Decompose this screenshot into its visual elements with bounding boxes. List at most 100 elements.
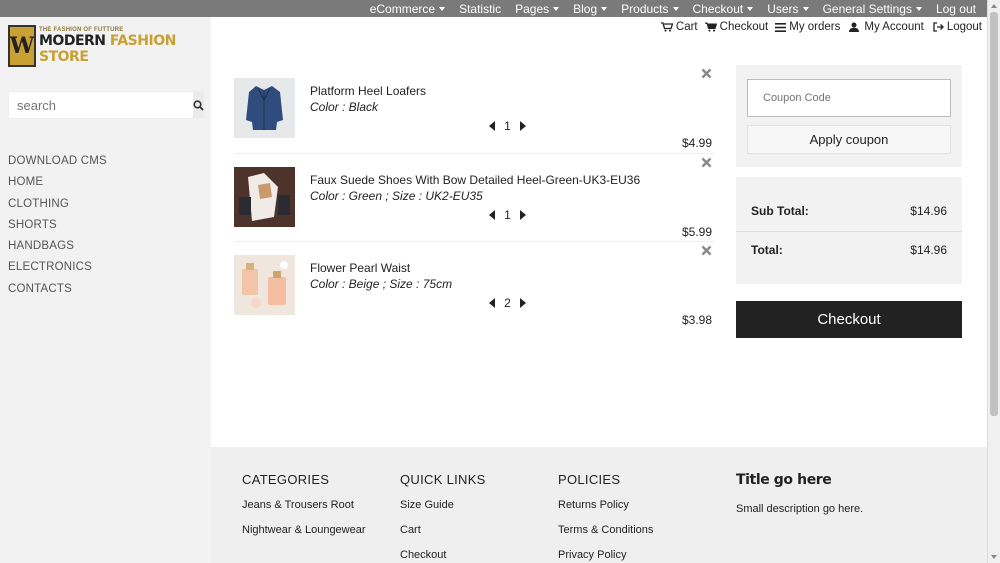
logout-link[interactable]: Logout [933,21,982,33]
cart-icon [704,22,717,32]
footer-link[interactable]: Returns Policy [558,499,653,524]
topbar-users-menu[interactable]: Users [767,2,809,16]
cart-link[interactable]: Cart [660,21,698,33]
footer-policies-heading: POLICIES [558,472,621,487]
remove-item-icon[interactable] [701,157,712,168]
increase-qty-icon[interactable] [520,298,526,308]
cart-item-attributes: Color : Green ; Size : UK2-EU35 [310,188,483,203]
footer-link[interactable]: Checkout [400,549,486,563]
footer-link[interactable]: Cart [400,524,486,549]
coupon-panel: Apply coupon [736,65,962,167]
remove-item-icon[interactable] [701,68,712,79]
checkout-link-label: Checkout [719,21,769,33]
scroll-down-arrow-icon[interactable] [991,555,997,559]
footer-link[interactable]: Privacy Policy [558,549,653,563]
total-value: $14.96 [910,243,947,257]
increase-qty-icon[interactable] [520,209,526,220]
footer-info: Title go here Small description go here. [736,472,863,515]
apply-coupon-button[interactable]: Apply coupon [747,125,951,154]
topbar-logout-label: Log out [935,1,976,16]
sidebar-item-electronics[interactable]: ELECTRONICS [8,257,107,278]
increase-qty-icon[interactable] [520,121,526,131]
topbar-statistic-link[interactable]: Statistic [459,2,501,16]
sign-out-icon [933,22,944,32]
totals-divider [736,231,962,232]
cart-item-name[interactable]: Flower Pearl Waist [310,261,410,275]
cart-item-name[interactable]: Platform Heel Loafers [310,84,426,98]
product-image-jacket[interactable] [234,78,295,138]
footer-link[interactable]: Size Guide [400,499,486,524]
my-orders-link[interactable]: My orders [775,21,840,33]
my-account-link[interactable]: My Account [849,21,924,33]
sidebar-item-contacts[interactable]: CONTACTS [8,279,107,300]
footer-policies: POLICIES Returns Policy Terms & Conditio… [558,472,653,563]
logo-name-part1: MODERN [39,33,110,49]
cart-item-name[interactable]: Faux Suede Shoes With Bow Detailed Heel-… [310,173,640,187]
subtotal-label: Sub Total: [751,204,809,218]
footer-info-title: Title go here [736,472,832,488]
sidebar-item-handbags[interactable]: HANDBAGS [8,236,107,257]
topbar-ecommerce-label: eCommerce [369,1,436,16]
quantity-value: 1 [504,207,511,222]
sidebar-item-clothing[interactable]: CLOTHING [8,194,107,215]
page-scrollbar[interactable] [987,0,1000,563]
footer-quick-links: QUICK LINKS Size Guide Cart Checkout [400,472,486,563]
topbar-pages-label: Pages [515,1,550,16]
search-box [8,91,204,119]
cart-item: Faux Suede Shoes With Bow Detailed Heel-… [234,154,714,242]
footer-link[interactable]: Jeans & Trousers Root [242,499,366,524]
topbar-ecommerce-menu[interactable]: eCommerce [369,1,446,16]
search-input[interactable] [9,92,193,118]
caret-down-icon [601,7,608,12]
topbar-checkout-menu[interactable]: Checkout [693,2,754,16]
quantity-stepper: 1 [489,208,526,222]
header-links: Cart Checkout My orders My Account Logou… [654,21,982,33]
sidebar-item-home[interactable]: HOME [8,172,107,193]
logo-name: MODERN FASHION STORE [39,33,211,65]
sidebar: W THE FASHION OF FUTTURE MODERN FASHION … [0,17,211,563]
caret-down-icon [439,7,446,12]
total-row: Total: $14.96 [751,243,947,257]
checkout-button[interactable]: Checkout [736,301,962,338]
footer-quick-links-heading: QUICK LINKS [400,472,486,487]
caret-down-icon [802,7,809,12]
coupon-code-input[interactable] [747,79,951,117]
topbar-products-label: Products [621,1,669,16]
scroll-up-arrow-icon[interactable] [991,4,997,8]
search-button[interactable] [193,92,204,118]
footer-info-description: Small description go here. [736,503,864,515]
product-image-perfume[interactable] [234,255,295,315]
cart-icon [660,22,673,32]
logo-badge: W [8,25,36,67]
caret-down-icon [915,7,922,12]
cart-item-price: $5.99 [681,224,712,239]
sidebar-item-download-cms[interactable]: DOWNLOAD CMS [8,151,107,172]
footer-link[interactable]: Terms & Conditions [558,524,653,549]
footer-link[interactable]: Nightwear & Loungewear [242,524,366,549]
scroll-thumb[interactable] [990,12,998,416]
quantity-value: 1 [504,119,511,133]
side-nav: DOWNLOAD CMS HOME CLOTHING SHORTS HANDBA… [8,151,107,300]
store-logo[interactable]: W THE FASHION OF FUTTURE MODERN FASHION … [8,25,211,67]
topbar-pages-menu[interactable]: Pages [515,1,560,16]
logout-label: Logout [946,21,982,33]
logo-text: THE FASHION OF FUTTURE MODERN FASHION ST… [39,27,211,65]
topbar-settings-label: General Settings [822,1,912,16]
topbar-products-menu[interactable]: Products [621,1,679,16]
user-icon [849,22,860,32]
topbar-settings-menu[interactable]: General Settings [823,2,922,16]
quantity-value: 2 [504,296,511,310]
topbar-blog-label: Blog [573,1,598,16]
topbar-logout-link[interactable]: Log out [936,2,976,16]
sidebar-item-shorts[interactable]: SHORTS [8,215,107,236]
subtotal-value: $14.96 [910,204,947,218]
topbar-blog-menu[interactable]: Blog [573,1,608,16]
checkout-link[interactable]: Checkout [704,21,769,33]
quantity-stepper: 1 [489,119,526,133]
remove-item-icon[interactable] [701,245,712,256]
cart-item: Flower Pearl Waist Color : Beige ; Size … [234,242,714,331]
search-icon [193,99,204,111]
order-totals: Sub Total: $14.96 Total: $14.96 [736,177,962,284]
my-account-label: My Account [864,21,924,33]
product-image-shoes[interactable] [234,166,295,227]
